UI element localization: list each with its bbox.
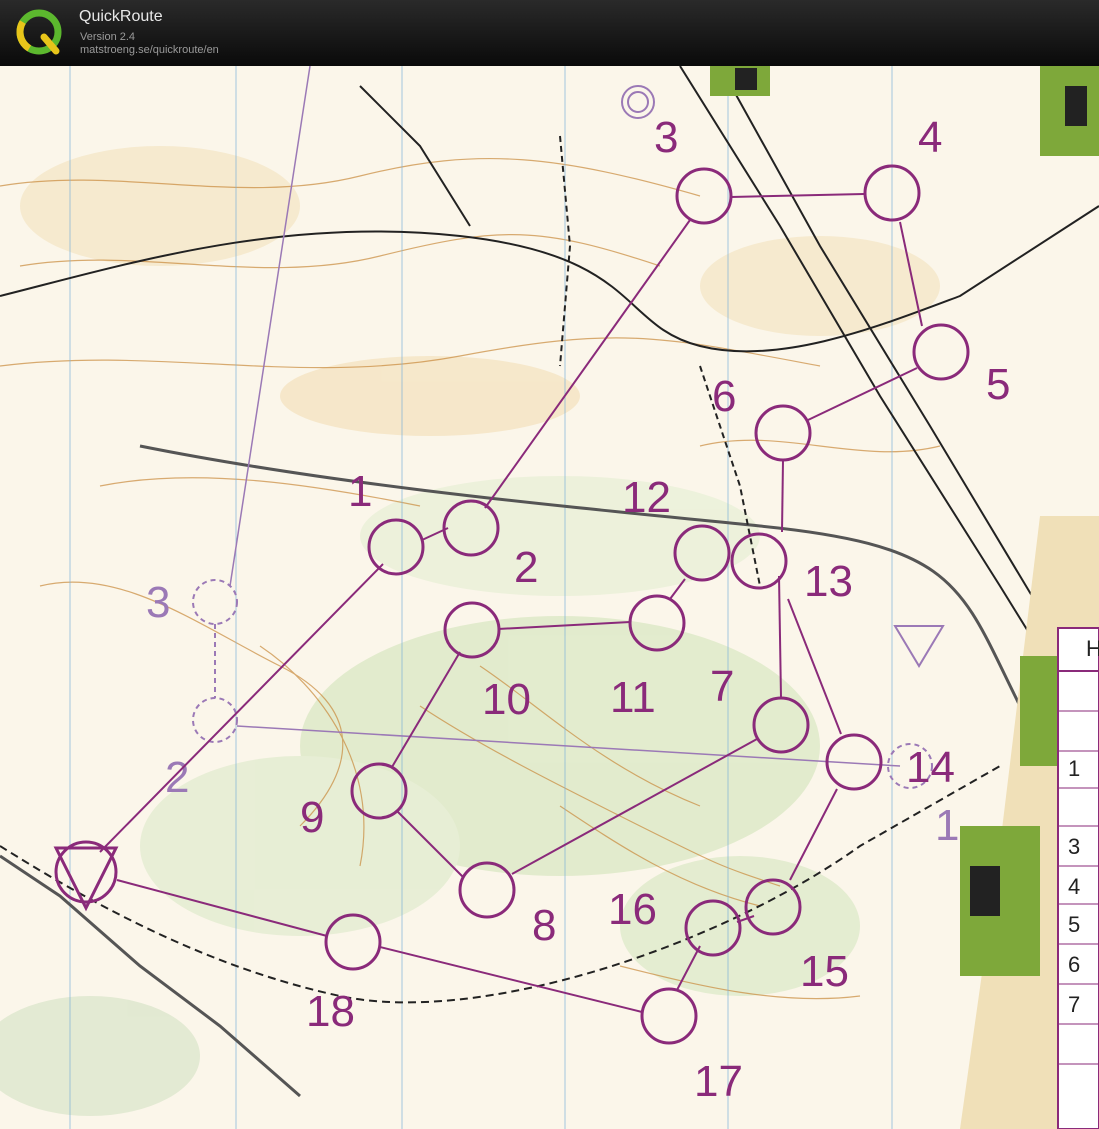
ghost-control-label: 3: [146, 578, 170, 627]
control-label-6: 6: [712, 372, 736, 421]
control-circle-3[interactable]: [675, 167, 733, 225]
control-label-9: 9: [300, 793, 324, 842]
app-url[interactable]: matstroeng.se/quickroute/en: [80, 44, 219, 56]
app-titlebar: QuickRoute Version 2.4 matstroeng.se/qui…: [0, 0, 1099, 67]
ghost-control-label: 2: [165, 753, 189, 802]
legend-row: 5: [1068, 912, 1080, 937]
control-circle-6[interactable]: [754, 404, 812, 462]
control-label-11: 11: [610, 673, 656, 722]
control-label-10: 10: [482, 675, 531, 724]
control-label-4: 4: [918, 113, 942, 162]
control-label-3: 3: [654, 113, 678, 162]
control-label-2: 2: [514, 543, 538, 592]
control-label-13: 13: [804, 557, 853, 606]
orienteering-map[interactable]: H 1 3 4 5 6 7 3 2 1 1 2 3 4 5 6 7 8 9 10…: [0, 66, 1099, 1129]
terrain-vegetation: [0, 146, 940, 1116]
control-circle-8[interactable]: [458, 861, 516, 919]
control-label-7: 7: [710, 662, 734, 711]
ghost-control-label: 1: [935, 801, 959, 850]
legend-row: 3: [1068, 834, 1080, 859]
control-label-15: 15: [800, 947, 849, 996]
legend-row: 1: [1068, 756, 1080, 781]
legend-table: H 1 3 4 5 6 7: [1057, 627, 1099, 1129]
legend-row: 6: [1068, 952, 1080, 977]
control-label-18: 18: [306, 987, 355, 1036]
start-triangle-icon[interactable]: [53, 840, 119, 912]
app-name: QuickRoute: [79, 8, 163, 25]
control-label-12: 12: [622, 473, 671, 522]
control-label-14: 14: [906, 743, 955, 792]
legend-header: H: [1086, 636, 1099, 661]
map-canvas[interactable]: H 1 3 4 5 6 7 3 2 1 1 2 3 4 5 6 7 8 9 10…: [0, 66, 1099, 1129]
app-version: Version 2.4: [80, 31, 136, 43]
control-circle-5[interactable]: [912, 323, 970, 381]
legend-row: 7: [1068, 992, 1080, 1017]
control-label-17: 17: [694, 1057, 743, 1106]
control-circle-17[interactable]: [640, 987, 698, 1045]
legend-row: 4: [1068, 874, 1080, 899]
control-label-8: 8: [532, 901, 556, 950]
control-label-1: 1: [348, 467, 372, 516]
control-label-16: 16: [608, 885, 657, 934]
control-label-5: 5: [986, 360, 1010, 409]
quickroute-logo-icon: [16, 9, 62, 55]
